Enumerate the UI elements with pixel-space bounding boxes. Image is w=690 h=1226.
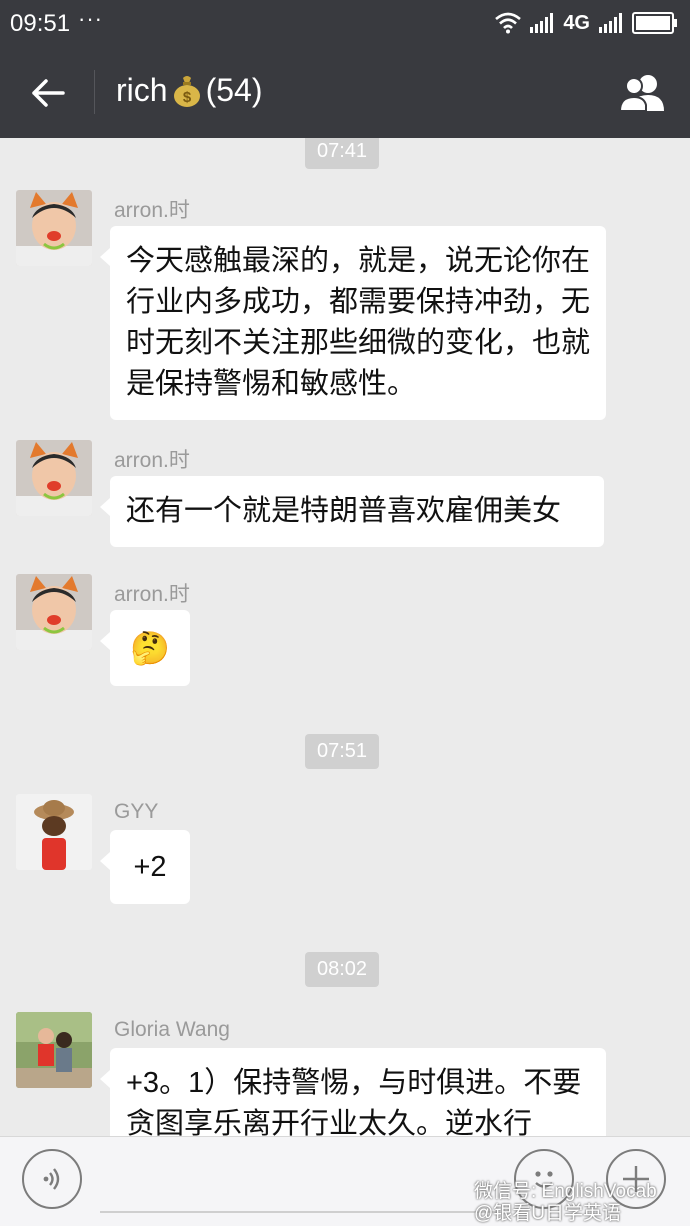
status-notification-dots: ··· — [78, 6, 103, 31]
avatar-arron[interactable] — [16, 574, 92, 650]
battery-icon — [632, 12, 677, 34]
timestamp-label: 07:51 — [305, 734, 380, 769]
message-bubble[interactable]: +3。1）保持警惕，与时俱进。不要贪图享乐离开行业太久。逆水行 — [100, 1048, 606, 1136]
message-bubble[interactable]: 还有一个就是特朗普喜欢雇佣美女 — [100, 476, 604, 547]
header-divider — [94, 70, 95, 114]
watermark-line-2: @银看U日学英语 — [474, 1203, 622, 1224]
avatar-arron-image — [16, 440, 92, 516]
message-text: +2 — [133, 850, 167, 883]
back-button[interactable] — [20, 68, 76, 118]
avatar-gyy-image — [16, 794, 92, 870]
avatar-gyy[interactable] — [16, 794, 92, 870]
money-bag-icon: $ — [173, 75, 200, 107]
avatar-arron-image — [16, 190, 92, 266]
voice-icon — [43, 1168, 60, 1190]
message-bubble[interactable]: 🤔 — [100, 610, 190, 686]
wifi-icon — [495, 12, 522, 34]
back-arrow-icon — [32, 79, 65, 107]
group-members-icon — [618, 75, 664, 112]
avatar-arron-image — [16, 574, 92, 650]
message-text: 还有一个就是特朗普喜欢雇佣美女 — [126, 495, 562, 527]
message-bubble[interactable]: +2 — [100, 830, 190, 904]
status-bar: 09:51 ··· 4G — [0, 0, 690, 46]
watermark-line-1: 微信号: EnglishVocab — [474, 1181, 657, 1202]
group-title: rich $ (54) — [116, 72, 262, 109]
timestamp-label: 08:02 — [305, 952, 380, 987]
signal-icon — [530, 13, 554, 33]
thinking-face-icon: 🤔 — [130, 629, 170, 666]
input-bar: 微信号: EnglishVocab @银看U日学英语 — [0, 1136, 690, 1226]
svg-text:$: $ — [182, 89, 191, 106]
watermark: 微信号: EnglishVocab @银看U日学英语 — [474, 1181, 657, 1225]
chat-header: rich $ (54) — [0, 46, 690, 138]
status-time: 09:51 — [10, 10, 71, 37]
group-members-button[interactable] — [616, 68, 672, 118]
avatar-gloria[interactable] — [16, 1012, 92, 1088]
message-bubble[interactable]: 今天感触最深的，就是，说无论你在行业内多成功，都需要保持冲劲，无时无刻不关注那些… — [100, 226, 606, 420]
group-name: rich — [116, 72, 168, 108]
message-text: +3。1）保持警惕，与时俱进。不要贪图享乐离开行业太久。逆水行 — [126, 1067, 582, 1136]
sender-name: arron.时 — [114, 449, 190, 472]
timestamp-label: 07:41 — [305, 138, 380, 169]
sender-name: arron.时 — [114, 199, 190, 222]
message-text: 今天感触最深的，就是，说无论你在行业内多成功，都需要保持冲劲，无时无刻不关注那些… — [126, 245, 591, 400]
network-type: 4G — [563, 11, 590, 34]
avatar-gloria-image — [16, 1012, 92, 1088]
status-icons: 4G — [495, 9, 678, 37]
sender-name: GYY — [114, 800, 159, 823]
sender-name: Gloria Wang — [114, 1018, 230, 1041]
voice-input-button[interactable] — [22, 1149, 82, 1209]
avatar-arron[interactable] — [16, 190, 92, 266]
sender-name: arron.时 — [114, 583, 190, 606]
avatar-arron[interactable] — [16, 440, 92, 516]
text-input[interactable] — [100, 1211, 498, 1213]
signal-icon-2 — [599, 13, 622, 33]
message-list[interactable]: 07:41 arron.时 今天感触最深的，就是，说无论你在行业内多成功，都需要… — [0, 138, 690, 1136]
member-count: (54) — [205, 72, 263, 108]
